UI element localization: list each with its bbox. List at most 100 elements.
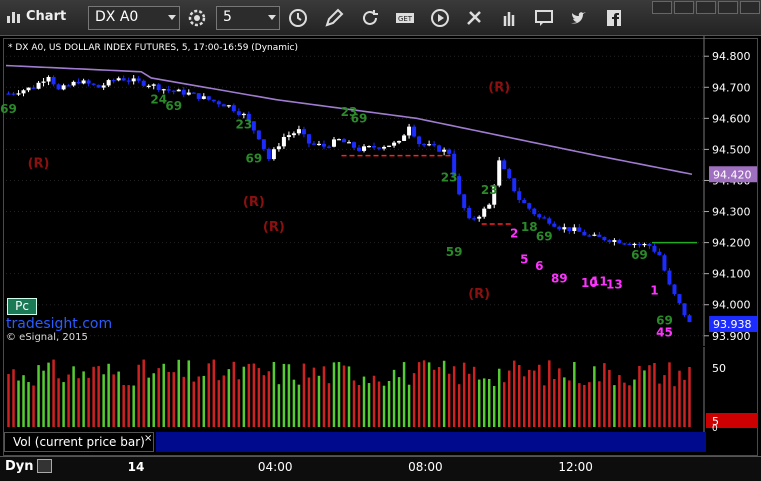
volume-bar (267, 371, 271, 427)
candle-body (657, 251, 662, 256)
volume-bar (457, 384, 461, 427)
volume-bar (558, 368, 561, 427)
volume-bar (653, 363, 656, 427)
candle-body (311, 143, 316, 145)
volume-bar (72, 366, 75, 427)
minimize-button[interactable] (696, 1, 716, 14)
maximize-button[interactable] (718, 1, 738, 14)
volume-study-label[interactable]: Vol (current price bar) (4, 432, 154, 452)
volume-bar (437, 367, 441, 427)
volume-bar (282, 363, 286, 427)
volume-chart[interactable]: 5050 (0, 347, 761, 432)
candle-body (607, 240, 612, 242)
candle-body (326, 146, 331, 148)
candle-body (26, 87, 31, 91)
volume-bar (507, 370, 511, 427)
candle-body (407, 126, 412, 136)
volume-bar (357, 384, 361, 427)
candle-body (181, 89, 186, 95)
interval-dropdown-icon[interactable] (268, 15, 276, 20)
volume-bar (207, 363, 211, 427)
volume-bar (663, 375, 666, 427)
candle-body (597, 234, 602, 237)
candle-body (682, 303, 687, 316)
candle-body (201, 96, 206, 99)
volume-bar (32, 385, 35, 427)
chart-annotation: 6 (535, 259, 543, 273)
candle-body (387, 145, 392, 147)
chart-annotation: 69 (656, 313, 673, 327)
volume-bar (142, 359, 145, 427)
chart-annotation: (R) (28, 156, 50, 171)
candle-body (447, 149, 452, 154)
candle-body (176, 89, 181, 92)
volume-bar (648, 365, 651, 427)
hand-icon[interactable] (497, 6, 521, 30)
clock-icon[interactable] (286, 6, 310, 30)
symbol-dropdown-icon[interactable] (168, 15, 176, 20)
volume-bar (107, 363, 110, 427)
volume-bar (57, 378, 60, 427)
candle-body (617, 240, 622, 244)
candle-body (196, 93, 201, 99)
pin-window-button[interactable] (652, 1, 672, 14)
gear-icon[interactable] (185, 6, 209, 30)
volume-bar (212, 359, 216, 427)
candle-body (577, 227, 582, 232)
candle-body (46, 76, 51, 82)
price-tick-label: 94.800 (712, 50, 751, 63)
pencil-icon[interactable] (322, 6, 346, 30)
candle-body (457, 176, 462, 195)
refresh-icon[interactable] (358, 6, 382, 30)
volume-bar (683, 379, 686, 427)
twitter-icon[interactable] (567, 6, 591, 30)
candle-body (261, 139, 266, 149)
chart-annotation: (R) (243, 195, 265, 210)
time-tick-label: 04:00 (257, 460, 293, 474)
volume-bar (402, 362, 406, 427)
pc-badge[interactable]: Pc (7, 298, 37, 315)
dynamic-label[interactable]: Dyn (5, 459, 34, 474)
volume-bar (633, 379, 636, 427)
facebook-icon[interactable] (602, 6, 626, 30)
candle-body (231, 105, 236, 112)
volume-bar (548, 360, 551, 427)
volume-bar (452, 366, 456, 427)
candle-body (96, 84, 101, 88)
candle-body (567, 227, 572, 231)
volume-bar (422, 360, 426, 427)
volume-bar (432, 369, 436, 427)
candle-body (487, 204, 492, 209)
volume-bar (442, 360, 446, 427)
current-price-label: 93.938 (713, 318, 752, 331)
volume-bar (638, 365, 641, 427)
candle-body (236, 111, 241, 115)
play-icon[interactable] (428, 6, 452, 30)
candle-body (281, 136, 286, 147)
symbol-input[interactable]: DX A0 (88, 6, 180, 30)
close-button[interactable] (740, 1, 760, 14)
zoom-icon[interactable] (37, 459, 52, 473)
volume-bar (563, 377, 566, 427)
volume-close-icon[interactable]: × (144, 433, 152, 444)
candle-body (522, 199, 527, 204)
volume-bar (332, 362, 336, 427)
price-chart[interactable]: (R)(R)(R)(R)(R)25 689 101113 14569246923692… (0, 36, 761, 346)
volume-bar (462, 362, 466, 427)
link-window-button[interactable] (674, 1, 694, 14)
get-icon[interactable]: GET (393, 6, 417, 30)
volume-label-strip (156, 432, 706, 452)
candle-body (226, 105, 231, 107)
volume-bar (177, 359, 181, 427)
chart-annotation: 45 (656, 326, 673, 340)
chat-icon[interactable] (532, 6, 556, 30)
volume-bar (538, 364, 541, 427)
chart-annotation: 69 (246, 152, 263, 166)
tools-icon[interactable] (462, 6, 486, 30)
volume-bar (482, 378, 486, 427)
price-tick-label: 94.000 (712, 299, 751, 312)
candle-body (422, 144, 427, 146)
price-tick-label: 94.700 (712, 81, 751, 94)
candle-body (467, 207, 472, 219)
volume-bar (297, 384, 301, 427)
